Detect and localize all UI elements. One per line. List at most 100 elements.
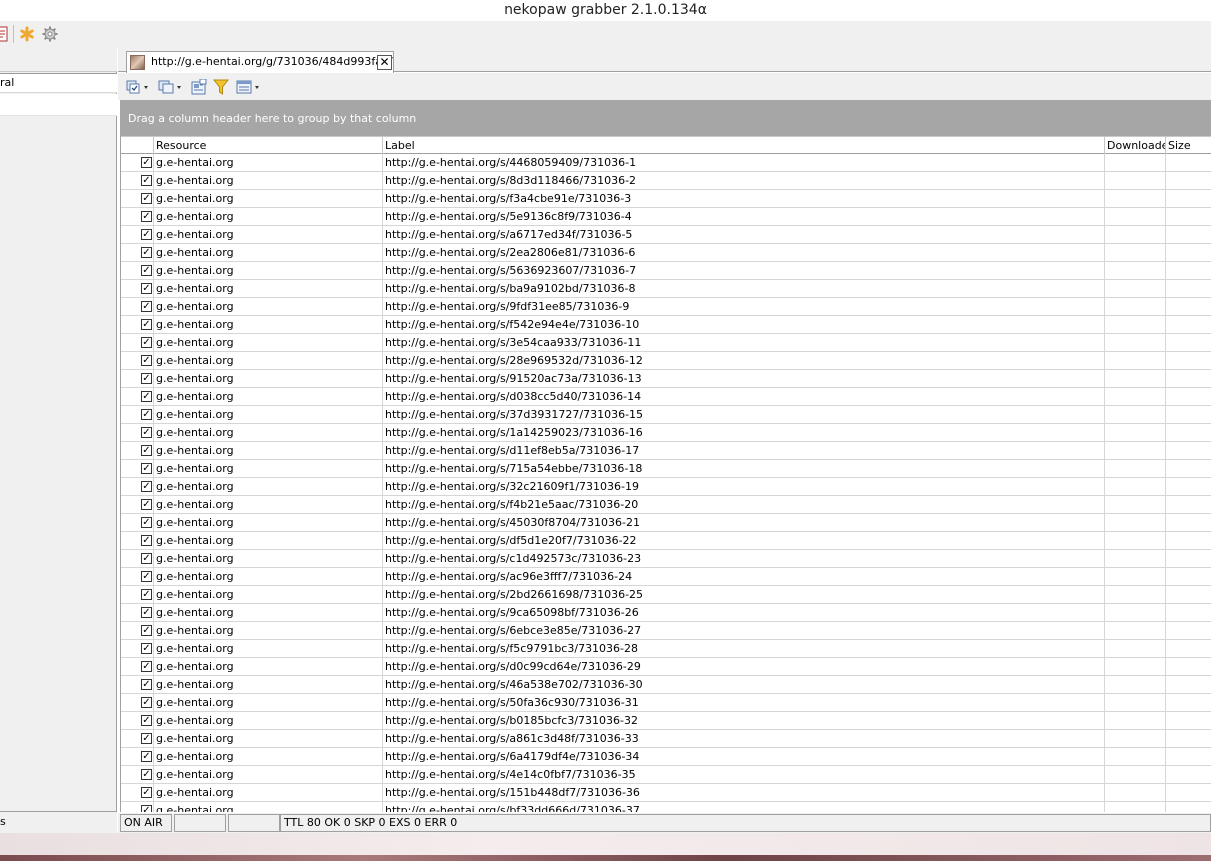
header-size[interactable]: Size [1166,137,1211,154]
table-row[interactable]: ✓ g.e-hentai.org http://g.e-hentai.org/s/d… [121,658,1211,676]
row-checkbox[interactable]: ✓ [141,427,152,438]
row-checkbox[interactable]: ✓ [141,193,152,204]
table-row[interactable]: ✓ g.e-hentai.org http://g.e-hentai.org/s/3… [121,334,1211,352]
row-checkbox[interactable]: ✓ [141,211,152,222]
header-resource[interactable]: Resource [154,137,383,154]
row-checkbox[interactable]: ✓ [141,697,152,708]
row-checkbox[interactable]: ✓ [141,535,152,546]
table-row[interactable]: ✓ g.e-hentai.org http://g.e-hentai.org/s/a… [121,226,1211,244]
tab-gallery[interactable]: http://g.e-hentai.org/g/731036/484d993fa… [126,51,394,73]
table-row[interactable]: ✓ g.e-hentai.org http://g.e-hentai.org/s/9… [121,370,1211,388]
table-row[interactable]: ✓ g.e-hentai.org http://g.e-hentai.org/s/f… [121,190,1211,208]
row-checkbox[interactable]: ✓ [141,751,152,762]
row-checkbox[interactable]: ✓ [141,733,152,744]
row-checkbox[interactable]: ✓ [141,571,152,582]
row-checkbox[interactable]: ✓ [141,643,152,654]
asterisk-icon[interactable] [19,26,35,42]
row-checkbox[interactable]: ✓ [141,661,152,672]
table-row[interactable]: ✓ g.e-hentai.org http://g.e-hentai.org/s/6… [121,748,1211,766]
table-row[interactable]: ✓ g.e-hentai.org http://g.e-hentai.org/s/9… [121,298,1211,316]
row-checkbox[interactable]: ✓ [141,481,152,492]
check-dropdown-icon[interactable] [126,79,150,95]
group-by-area[interactable]: Drag a column header here to group by th… [120,100,1211,136]
row-label: http://g.e-hentai.org/s/6a4179df4e/73103… [383,748,1105,765]
table-row[interactable]: ✓ g.e-hentai.org http://g.e-hentai.org/s/7… [121,460,1211,478]
row-checkbox[interactable]: ✓ [141,229,152,240]
row-downloaded [1105,442,1166,459]
table-row[interactable]: ✓ g.e-hentai.org http://g.e-hentai.org/s/6… [121,622,1211,640]
table-row[interactable]: ✓ g.e-hentai.org http://g.e-hentai.org/s/2… [121,352,1211,370]
table-row[interactable]: ✓ g.e-hentai.org http://g.e-hentai.org/s/d… [121,442,1211,460]
row-checkbox[interactable]: ✓ [141,247,152,258]
row-checkbox[interactable]: ✓ [141,445,152,456]
document-icon[interactable] [0,26,10,42]
row-checkbox[interactable]: ✓ [141,355,152,366]
table-row[interactable]: ✓ g.e-hentai.org http://g.e-hentai.org/s/b… [121,712,1211,730]
left-panel-tab[interactable]: ral [0,73,117,93]
row-resource: g.e-hentai.org [154,442,383,459]
row-label: http://g.e-hentai.org/s/8d3d118466/73103… [383,172,1105,189]
row-checkbox[interactable]: ✓ [141,787,152,798]
row-checkbox[interactable]: ✓ [141,517,152,528]
table-row[interactable]: ✓ g.e-hentai.org http://g.e-hentai.org/s/f… [121,640,1211,658]
row-checkbox[interactable]: ✓ [141,625,152,636]
left-panel-footer[interactable]: s [0,811,117,833]
row-checkbox[interactable]: ✓ [141,157,152,168]
table-row[interactable]: ✓ g.e-hentai.org http://g.e-hentai.org/s/f… [121,316,1211,334]
row-checkbox[interactable]: ✓ [141,679,152,690]
table-row[interactable]: ✓ g.e-hentai.org http://g.e-hentai.org/s/4… [121,676,1211,694]
header-checkbox-column[interactable] [121,137,154,154]
table-row[interactable]: ✓ g.e-hentai.org http://g.e-hentai.org/s/d… [121,388,1211,406]
table-row[interactable]: ✓ g.e-hentai.org http://g.e-hentai.org/s/4… [121,766,1211,784]
header-label[interactable]: Label [383,137,1105,154]
table-row[interactable]: ✓ g.e-hentai.org http://g.e-hentai.org/s/a… [121,730,1211,748]
table-row[interactable]: ✓ g.e-hentai.org http://g.e-hentai.org/s/2… [121,244,1211,262]
table-row[interactable]: ✓ g.e-hentai.org http://g.e-hentai.org/s/c… [121,550,1211,568]
row-checkbox[interactable]: ✓ [141,463,152,474]
row-checkbox[interactable]: ✓ [141,319,152,330]
row-resource: g.e-hentai.org [154,478,383,495]
table-row[interactable]: ✓ g.e-hentai.org http://g.e-hentai.org/s/a… [121,568,1211,586]
row-checkbox[interactable]: ✓ [141,373,152,384]
table-row[interactable]: ✓ g.e-hentai.org http://g.e-hentai.org/s/5… [121,208,1211,226]
table-row[interactable]: ✓ g.e-hentai.org http://g.e-hentai.org/s/3… [121,406,1211,424]
row-checkbox[interactable]: ✓ [141,499,152,510]
table-row[interactable]: ✓ g.e-hentai.org http://g.e-hentai.org/s/1… [121,424,1211,442]
row-checkbox[interactable]: ✓ [141,391,152,402]
row-checkbox[interactable]: ✓ [141,175,152,186]
table-row[interactable]: ✓ g.e-hentai.org http://g.e-hentai.org/s/d… [121,532,1211,550]
row-resource: g.e-hentai.org [154,190,383,207]
table-row[interactable]: ✓ g.e-hentai.org http://g.e-hentai.org/s/1… [121,784,1211,802]
row-size [1166,442,1211,459]
header-downloaded[interactable]: Downloaded [1105,137,1166,154]
table-row[interactable]: ✓ g.e-hentai.org http://g.e-hentai.org/s/4… [121,514,1211,532]
filter-icon[interactable] [212,79,230,95]
row-checkbox[interactable]: ✓ [141,409,152,420]
table-row[interactable]: ✓ g.e-hentai.org http://g.e-hentai.org/s/3… [121,478,1211,496]
row-checkbox[interactable]: ✓ [141,805,152,812]
table-row[interactable]: ✓ g.e-hentai.org http://g.e-hentai.org/s/5… [121,694,1211,712]
copy-dropdown-icon[interactable] [158,79,184,95]
gear-icon[interactable] [42,26,58,42]
table-row[interactable]: ✓ g.e-hentai.org http://g.e-hentai.org/s/2… [121,586,1211,604]
properties-icon[interactable] [191,78,207,95]
row-checkbox[interactable]: ✓ [141,715,152,726]
row-checkbox[interactable]: ✓ [141,589,152,600]
row-checkbox[interactable]: ✓ [141,553,152,564]
row-checkbox[interactable]: ✓ [141,337,152,348]
row-downloaded [1105,514,1166,531]
columns-dropdown-icon[interactable] [236,79,262,95]
row-checkbox[interactable]: ✓ [141,769,152,780]
row-checkbox[interactable]: ✓ [141,607,152,618]
table-row[interactable]: ✓ g.e-hentai.org http://g.e-hentai.org/s/5… [121,262,1211,280]
table-row[interactable]: ✓ g.e-hentai.org http://g.e-hentai.org/s/4… [121,154,1211,172]
table-row[interactable]: ✓ g.e-hentai.org http://g.e-hentai.org/s/9… [121,604,1211,622]
table-row[interactable]: ✓ g.e-hentai.org http://g.e-hentai.org/s/b… [121,280,1211,298]
close-icon[interactable]: ✕ [377,55,392,70]
table-row[interactable]: ✓ g.e-hentai.org http://g.e-hentai.org/s/8… [121,172,1211,190]
row-checkbox[interactable]: ✓ [141,265,152,276]
table-row[interactable]: ✓ g.e-hentai.org http://g.e-hentai.org/s/b… [121,802,1211,812]
table-row[interactable]: ✓ g.e-hentai.org http://g.e-hentai.org/s/f… [121,496,1211,514]
row-checkbox[interactable]: ✓ [141,283,152,294]
row-checkbox[interactable]: ✓ [141,301,152,312]
